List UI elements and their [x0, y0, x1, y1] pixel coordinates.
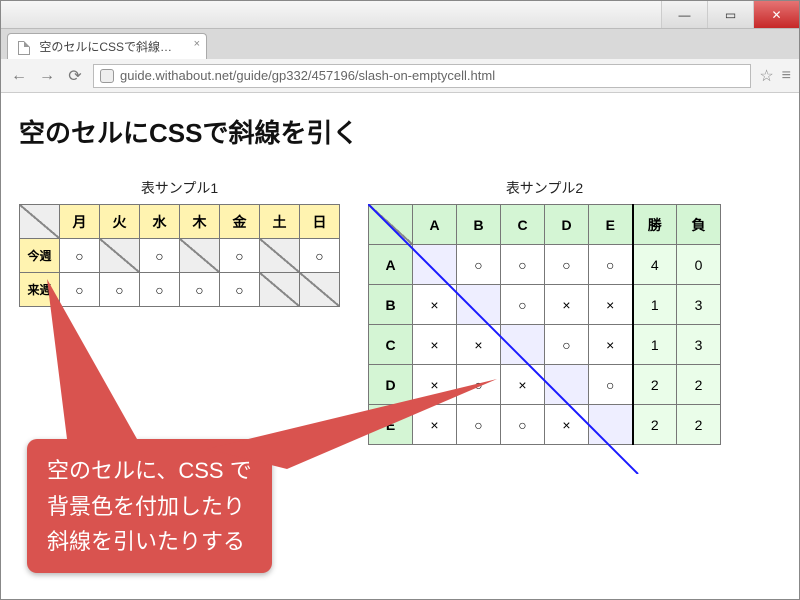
table2-cell: ○ [457, 245, 501, 285]
bookmark-button[interactable]: ☆ [759, 66, 773, 86]
site-icon [100, 69, 114, 83]
table1-col-header: 日 [300, 205, 340, 239]
table1-col-header: 水 [140, 205, 180, 239]
table2-caption: 表サンプル2 [368, 178, 721, 198]
callout-pointer-right [27, 319, 527, 519]
window-maximize-button[interactable]: ▭ [707, 1, 753, 28]
table2-col-header: B [457, 205, 501, 245]
table2-score-cell: 2 [677, 365, 721, 405]
table2-cell: × [589, 325, 633, 365]
table2-col-header: D [545, 205, 589, 245]
table1-col-header: 月 [60, 205, 100, 239]
window-close-button[interactable]: ✕ [753, 1, 799, 28]
table2-cell: ○ [545, 325, 589, 365]
toolbar: ← → ⟳ guide.withabout.net/guide/gp332/45… [1, 59, 799, 93]
url-text: guide.withabout.net/guide/gp332/457196/s… [120, 68, 495, 83]
callout-bubble: 空のセルに、CSS で 背景色を付加したり 斜線を引いたりする [27, 439, 272, 573]
tab-strip: 空のセルにCSSで斜線を… × [1, 29, 799, 59]
table2-score-cell: 3 [677, 325, 721, 365]
table2-cell: ○ [501, 245, 545, 285]
menu-button[interactable]: ≡ [782, 67, 791, 85]
table2-score-cell: 1 [633, 285, 677, 325]
table2-score-cell: 2 [677, 405, 721, 445]
table2-cell: ○ [545, 245, 589, 285]
table2-col-header: C [501, 205, 545, 245]
table2-cell: × [589, 285, 633, 325]
window-titlebar: — ▭ ✕ [1, 1, 799, 29]
page-content: 空のセルにCSSで斜線を引く 表サンプル1 月火水木金土日 今週○○○○来週○○… [1, 93, 799, 599]
table2-cell: × [545, 285, 589, 325]
back-button[interactable]: ← [9, 67, 29, 85]
table2-cell: ○ [589, 365, 633, 405]
table2-score-cell: 1 [633, 325, 677, 365]
table1-caption: 表サンプル1 [19, 178, 340, 198]
table2-score-cell: 2 [633, 405, 677, 445]
reload-button[interactable]: ⟳ [65, 66, 85, 86]
window-minimize-button[interactable]: — [661, 1, 707, 28]
table2-cell: × [545, 405, 589, 445]
forward-button[interactable]: → [37, 67, 57, 85]
address-bar[interactable]: guide.withabout.net/guide/gp332/457196/s… [93, 64, 751, 88]
table2-score-header: 勝 [633, 205, 677, 245]
table2-col-header: E [589, 205, 633, 245]
callout-line3: 斜線を引いたりする [47, 524, 252, 559]
tab-title: 空のセルにCSSで斜線を… [39, 40, 184, 54]
table1-col-header: 金 [220, 205, 260, 239]
browser-tab[interactable]: 空のセルにCSSで斜線を… × [7, 33, 207, 59]
page-icon [18, 41, 30, 55]
table2-cell: ○ [589, 245, 633, 285]
table2-score-cell: 3 [677, 285, 721, 325]
table2-cell [545, 365, 589, 405]
table2-score-cell: 4 [633, 245, 677, 285]
table1-corner-cell [20, 205, 60, 239]
tab-close-icon[interactable]: × [194, 38, 200, 50]
browser-window: — ▭ ✕ 空のセルにCSSで斜線を… × ← → ⟳ guide.withab… [0, 0, 800, 600]
table1-col-header: 火 [100, 205, 140, 239]
page-heading: 空のセルにCSSで斜線を引く [19, 113, 781, 150]
table2-score-cell: 0 [677, 245, 721, 285]
table2-cell [589, 405, 633, 445]
table1-col-header: 土 [260, 205, 300, 239]
table2-score-header: 負 [677, 205, 721, 245]
table2-score-cell: 2 [633, 365, 677, 405]
table1-col-header: 木 [180, 205, 220, 239]
